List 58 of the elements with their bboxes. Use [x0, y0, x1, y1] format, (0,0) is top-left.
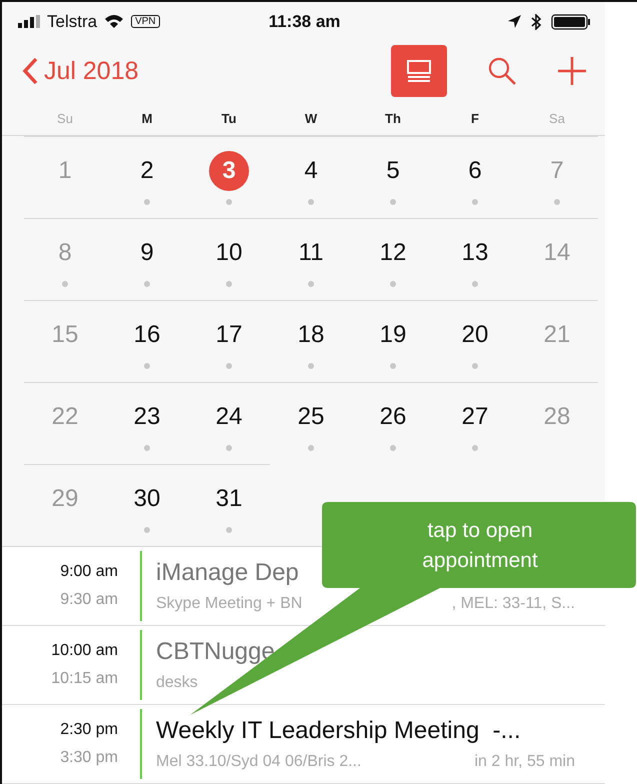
event-detail: desks — [156, 674, 198, 692]
start-time: 10:00 am — [51, 642, 118, 660]
calendar-day[interactable]: 18 — [291, 314, 331, 355]
weekday-label: Tu — [220, 110, 238, 126]
wifi-icon — [104, 14, 124, 30]
add-icon[interactable] — [557, 56, 587, 86]
bluetooth-icon — [531, 14, 541, 30]
event-note: in 2 hr, 55 min — [474, 752, 575, 771]
calendar-day[interactable]: 23 — [127, 396, 167, 437]
calendar-day[interactable]: 19 — [373, 314, 413, 355]
calendar-day[interactable]: 16 — [127, 314, 167, 355]
end-time: 9:30 am — [60, 590, 118, 609]
callout-text: tap to open appointment — [421, 518, 539, 574]
calendar-day[interactable]: 17 — [209, 314, 249, 355]
start-time: 2:30 pm — [60, 720, 118, 739]
list-icon — [406, 60, 432, 82]
start-time: 9:00 am — [60, 562, 118, 581]
weekday-label: Sa — [548, 110, 566, 126]
calendar-day[interactable]: 6 — [455, 150, 495, 191]
clock-time: 11:38 am — [268, 12, 340, 32]
calendar-day[interactable]: 3 — [209, 150, 249, 191]
calendar-day[interactable]: 10 — [209, 232, 249, 273]
battery-icon — [551, 14, 591, 30]
location-arrow-icon — [508, 15, 521, 28]
calendar-day[interactable]: 27 — [455, 396, 495, 437]
calendar-day[interactable]: 31 — [209, 478, 249, 519]
event-title[interactable]: CBTNugge — [156, 638, 275, 666]
list-view-button[interactable] — [391, 45, 447, 98]
calendar-day[interactable]: 13 — [455, 232, 495, 273]
event-detail: Skype Meeting + BN — [156, 594, 302, 613]
vpn-badge: VPN — [131, 15, 160, 28]
end-time: 3:30 pm — [60, 748, 118, 767]
calendar-day[interactable]: 24 — [209, 396, 249, 437]
weekday-label: Th — [384, 110, 402, 126]
back-button[interactable]: Jul 2018 — [22, 56, 139, 86]
calendar-day[interactable]: 5 — [373, 150, 413, 191]
search-icon[interactable] — [487, 56, 517, 86]
weekday-label: F — [470, 110, 480, 126]
weekday-label: Su — [56, 110, 74, 126]
event-note: , MEL: 33-11, S... — [452, 594, 575, 613]
weekday-label: M — [140, 110, 154, 126]
carrier-name: Telstra — [47, 12, 98, 32]
calendar-day[interactable]: 20 — [455, 314, 495, 355]
calendar-day[interactable]: 2 — [127, 150, 167, 191]
calendar-day[interactable]: 4 — [291, 150, 331, 191]
calendar-day[interactable]: 9 — [127, 232, 167, 273]
event-detail: Mel 33.10/Syd 04 06/Bris 2... — [156, 752, 362, 771]
end-time: 10:15 am — [51, 670, 118, 688]
calendar-day[interactable]: 11 — [291, 232, 331, 273]
calendar-day[interactable]: 12 — [373, 232, 413, 273]
signal-icon — [18, 15, 40, 28]
calendar-day[interactable]: 25 — [291, 396, 331, 437]
calendar-day[interactable]: 30 — [127, 478, 167, 519]
weekday-label: W — [304, 110, 318, 126]
calendar-day[interactable]: 26 — [373, 396, 413, 437]
chevron-left-icon — [22, 57, 38, 86]
event-title[interactable]: Weekly IT Leadership Meeting -... — [156, 716, 521, 745]
event-title[interactable]: iManage Dep — [156, 558, 299, 587]
